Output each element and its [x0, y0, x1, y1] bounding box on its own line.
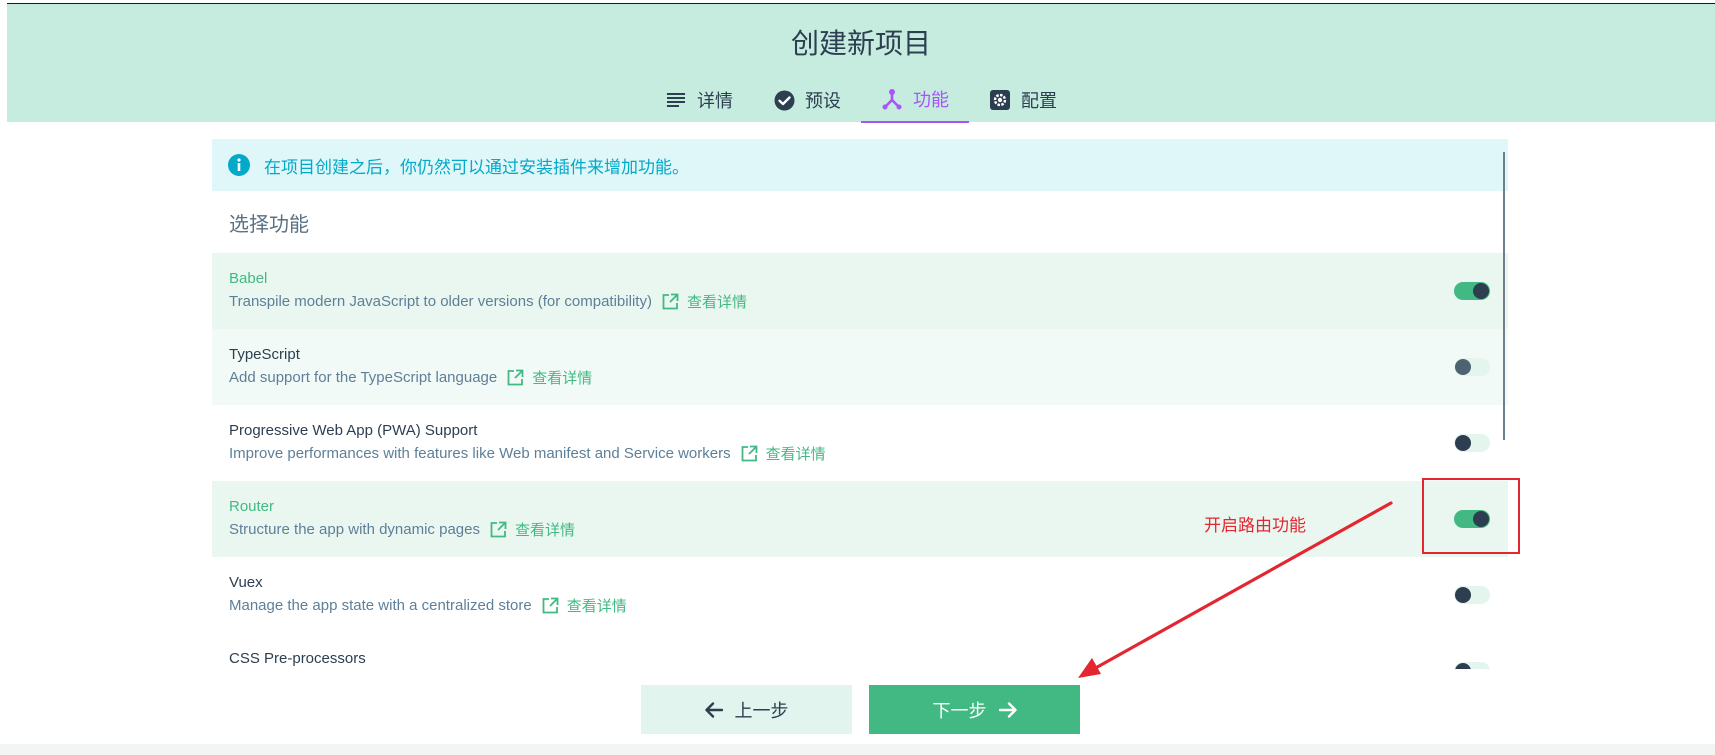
section-title: 选择功能	[229, 211, 309, 236]
check-circle-icon	[773, 89, 795, 111]
external-link-icon	[741, 445, 757, 462]
feature-desc: Add support for the TypeScript language …	[229, 367, 1508, 388]
more-info-link[interactable]: 查看详情	[507, 367, 592, 388]
more-info-link[interactable]: 查看详情	[490, 519, 575, 540]
external-link-icon	[662, 293, 679, 310]
external-link-icon	[490, 521, 507, 538]
feature-name: Router	[229, 498, 275, 515]
tab-label: 配置	[1021, 91, 1057, 112]
footer	[0, 669, 1715, 755]
prev-step-button[interactable]: 上一步	[641, 685, 852, 734]
more-info-link[interactable]: 查看详情	[662, 291, 747, 312]
more-info-label: 查看详情	[514, 521, 575, 539]
toggle-knob	[1473, 511, 1489, 527]
toggle-css-preprocessors[interactable]	[1454, 662, 1490, 669]
next-step-label: 下一步	[932, 700, 987, 722]
more-info-link[interactable]: 查看详情	[542, 595, 627, 616]
toggle-knob	[1455, 435, 1471, 451]
feature-desc-text: Manage the app state with a centralized …	[229, 597, 532, 614]
feature-router[interactable]: Router Structure the app with dynamic pa…	[212, 481, 1508, 557]
external-link-icon	[507, 369, 524, 386]
feature-desc: Manage the app state with a centralized …	[229, 595, 1508, 616]
tab-label: 功能	[913, 90, 949, 111]
feature-name: Vuex	[229, 574, 263, 591]
feature-name: Progressive Web App (PWA) Support	[229, 422, 478, 439]
more-info-link[interactable]: 查看详情	[741, 443, 826, 464]
tab-bar: 详情 预设 功能 配置	[7, 77, 1715, 123]
arrow-right-icon	[998, 701, 1017, 718]
tab-label: 预设	[805, 91, 841, 112]
toggle-knob	[1473, 283, 1489, 299]
tab-features[interactable]: 功能	[861, 77, 969, 123]
toggle-knob	[1455, 587, 1471, 603]
toggle-vuex[interactable]	[1454, 586, 1490, 604]
toggle-knob	[1455, 359, 1471, 375]
feature-desc: Structure the app with dynamic pages 查看详…	[229, 519, 1508, 540]
create-project-window: 创建新项目 详情 预设 功能 配置 在项目创建之后，你仍然可以通过安装插件来增加…	[0, 0, 1715, 755]
tab-presets[interactable]: 预设	[753, 77, 861, 123]
tab-details[interactable]: 详情	[645, 77, 753, 123]
feature-name: TypeScript	[229, 346, 300, 363]
feature-desc: Transpile modern JavaScript to older ver…	[229, 291, 1508, 312]
tab-label: 详情	[697, 91, 733, 112]
info-banner: 在项目创建之后，你仍然可以通过安装插件来增加功能。	[212, 139, 1508, 191]
tab-config[interactable]: 配置	[969, 77, 1077, 123]
header: 创建新项目 详情 预设 功能 配置	[7, 3, 1715, 123]
arrow-left-icon	[704, 701, 723, 718]
fork-icon	[881, 88, 903, 110]
feature-desc-text: Add support for the TypeScript language	[229, 369, 498, 386]
more-info-label: 查看详情	[686, 293, 747, 311]
scrollbar[interactable]	[1503, 152, 1505, 440]
feature-babel[interactable]: Babel Transpile modern JavaScript to old…	[212, 253, 1508, 329]
toggle-babel[interactable]	[1454, 282, 1490, 300]
toggle-pwa[interactable]	[1454, 434, 1490, 452]
prev-step-label: 上一步	[734, 700, 789, 722]
next-step-button[interactable]: 下一步	[869, 685, 1080, 734]
footer-strip	[0, 744, 1715, 755]
feature-list-panel: 在项目创建之后，你仍然可以通过安装插件来增加功能。 选择功能 Babel Tra…	[212, 139, 1508, 669]
info-icon	[228, 154, 250, 176]
toggle-router[interactable]	[1454, 510, 1490, 528]
more-info-label: 查看详情	[765, 445, 826, 463]
feature-css-preprocessors[interactable]: CSS Pre-processors	[212, 633, 1508, 669]
info-text: 在项目创建之后，你仍然可以通过安装插件来增加功能。	[264, 157, 689, 178]
external-link-icon	[542, 597, 559, 614]
list-icon	[665, 89, 687, 111]
feature-desc-text: Transpile modern JavaScript to older ver…	[229, 293, 652, 310]
feature-name: Babel	[229, 270, 268, 287]
feature-typescript[interactable]: TypeScript Add support for the TypeScrip…	[212, 329, 1508, 405]
feature-pwa[interactable]: Progressive Web App (PWA) Support Improv…	[212, 405, 1508, 481]
feature-vuex[interactable]: Vuex Manage the app state with a central…	[212, 557, 1508, 633]
annotation-text: 开启路由功能	[1204, 516, 1306, 536]
more-info-label: 查看详情	[532, 369, 593, 387]
gear-icon	[989, 89, 1011, 111]
feature-desc-text: Improve performances with features like …	[229, 445, 731, 462]
feature-name: CSS Pre-processors	[229, 650, 366, 667]
more-info-label: 查看详情	[566, 597, 627, 615]
toggle-typescript[interactable]	[1454, 358, 1490, 376]
feature-desc-text: Structure the app with dynamic pages	[229, 521, 480, 538]
feature-desc: Improve performances with features like …	[229, 443, 1508, 464]
page-title: 创建新项目	[790, 27, 931, 60]
